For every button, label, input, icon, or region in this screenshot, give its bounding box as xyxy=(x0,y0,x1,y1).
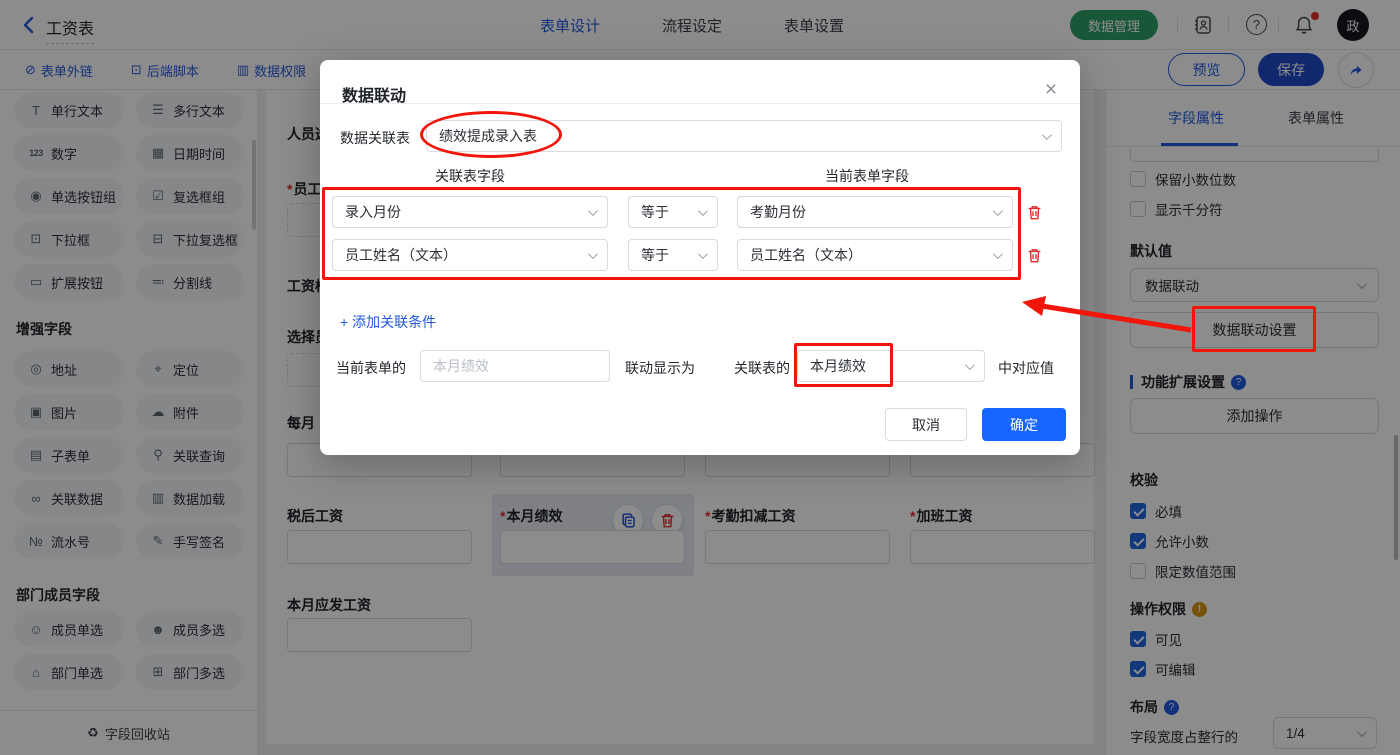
modal-divider xyxy=(320,103,1080,104)
chevron-down-icon xyxy=(964,359,975,370)
chevron-down-icon xyxy=(587,248,598,259)
delete-condition-1-icon[interactable] xyxy=(1026,204,1043,221)
close-icon[interactable]: × xyxy=(1038,78,1064,104)
condition-1-left-select[interactable]: 录入月份 xyxy=(332,196,608,228)
column-header-current-fields: 当前表单字段 xyxy=(825,168,909,184)
add-condition-link[interactable]: + 添加关联条件 xyxy=(340,312,436,332)
current-field-input[interactable]: 本月绩效 xyxy=(420,350,610,382)
condition-2-op-select[interactable]: 等于 xyxy=(628,239,718,271)
link-table-select[interactable]: 绩效提成录入表 xyxy=(426,120,1062,152)
display-as-label: 联动显示为 xyxy=(625,360,695,376)
condition-1-op-select[interactable]: 等于 xyxy=(628,196,718,228)
corresponding-value-label: 中对应值 xyxy=(998,360,1054,376)
cancel-button[interactable]: 取消 xyxy=(885,408,967,441)
condition-2-left-select[interactable]: 员工姓名（文本） xyxy=(332,239,608,271)
chevron-down-icon xyxy=(1041,129,1052,140)
column-header-linked-fields: 关联表字段 xyxy=(435,168,505,184)
linked-field-select[interactable]: 本月绩效 xyxy=(797,350,985,382)
delete-condition-2-icon[interactable] xyxy=(1026,247,1043,264)
current-form-label: 当前表单的 xyxy=(336,360,406,376)
chevron-down-icon xyxy=(992,248,1003,259)
condition-1-right-select[interactable]: 考勤月份 xyxy=(737,196,1013,228)
chevron-down-icon xyxy=(587,205,598,216)
chevron-down-icon xyxy=(992,205,1003,216)
link-table-label: 数据关联表 xyxy=(340,130,410,146)
confirm-button[interactable]: 确定 xyxy=(982,408,1066,441)
chevron-down-icon xyxy=(697,205,708,216)
condition-2-right-select[interactable]: 员工姓名（文本） xyxy=(737,239,1013,271)
linked-form-label: 关联表的 xyxy=(734,360,790,376)
chevron-down-icon xyxy=(697,248,708,259)
data-linkage-modal: 数据联动 × 数据关联表 绩效提成录入表 关联表字段 当前表单字段 录入月份 等… xyxy=(320,60,1080,455)
